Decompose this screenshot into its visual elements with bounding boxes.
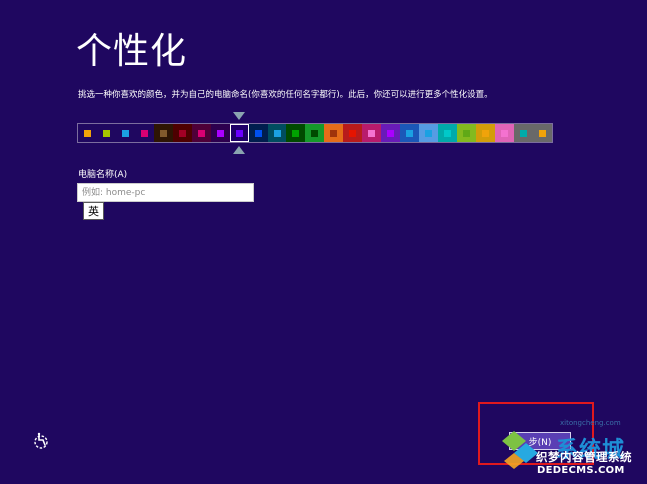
color-swatch[interactable] [134, 124, 154, 142]
color-swatch[interactable] [172, 124, 192, 142]
color-swatch[interactable] [400, 124, 420, 142]
color-swatch[interactable] [305, 124, 325, 142]
color-swatch[interactable] [96, 124, 116, 142]
color-swatch[interactable] [78, 124, 97, 142]
color-swatch[interactable] [210, 124, 230, 142]
color-swatch-dot [463, 129, 471, 137]
color-swatch-dot [425, 129, 433, 137]
color-swatch[interactable] [532, 124, 552, 142]
color-swatch[interactable] [153, 124, 173, 142]
color-swatch[interactable] [513, 124, 533, 142]
color-swatch[interactable] [457, 124, 477, 142]
color-swatch-dot [387, 129, 395, 137]
color-swatch-dot [500, 129, 508, 137]
watermark-line2: DEDECMS.COM [537, 465, 625, 476]
description-text: 挑选一种你喜欢的颜色，并为自己的电脑命名(你喜欢的任何名字都行)。此后，你还可以… [78, 90, 493, 100]
color-swatch-dot [216, 129, 224, 137]
color-swatch-dot [311, 129, 319, 137]
color-swatch[interactable] [438, 124, 458, 142]
color-swatch[interactable] [419, 124, 439, 142]
selected-color-marker-top-icon [233, 112, 245, 120]
color-picker[interactable] [77, 123, 553, 143]
color-swatch-dot [178, 129, 186, 137]
color-swatch-dot [292, 129, 300, 137]
color-swatch-dot [444, 129, 452, 137]
color-swatch[interactable] [115, 124, 135, 142]
color-swatch[interactable] [267, 124, 287, 142]
color-swatch[interactable] [229, 124, 249, 142]
color-swatch-dot [83, 129, 91, 137]
color-swatch-dot [159, 129, 167, 137]
pc-name-input[interactable] [77, 183, 254, 202]
watermark-url: xitongcheng.com [560, 419, 621, 427]
color-swatch-dot [368, 129, 376, 137]
color-swatch[interactable] [381, 124, 401, 142]
pc-name-label: 电脑名称(A) [78, 170, 128, 180]
color-swatch-dot [349, 129, 357, 137]
ime-indicator[interactable]: 英 [83, 202, 104, 220]
ease-of-access-icon[interactable] [32, 432, 50, 450]
color-swatch[interactable] [248, 124, 268, 142]
color-swatch[interactable] [191, 124, 211, 142]
color-swatch-dot [519, 129, 527, 137]
color-swatch-dot [330, 129, 338, 137]
color-swatch-dot [140, 129, 148, 137]
color-swatch[interactable] [476, 124, 495, 142]
color-swatch[interactable] [362, 124, 382, 142]
watermark-line1: 织梦内容管理系统 [536, 450, 632, 464]
color-swatch[interactable] [286, 124, 306, 142]
color-swatch[interactable] [324, 124, 344, 142]
page-title: 个性化 [76, 31, 188, 72]
color-swatch-dot [406, 129, 414, 137]
color-swatch-dot [273, 129, 281, 137]
color-swatch-dot [197, 129, 205, 137]
color-swatch-dot [121, 129, 129, 137]
color-swatch-dot [254, 129, 262, 137]
selected-color-marker-bottom-icon [233, 146, 245, 154]
color-swatch-dot [538, 129, 546, 137]
color-swatch[interactable] [343, 124, 363, 142]
color-swatch-dot [102, 129, 110, 137]
color-swatch[interactable] [494, 124, 514, 142]
color-swatch-dot [481, 129, 489, 137]
color-swatch-dot [235, 129, 243, 137]
